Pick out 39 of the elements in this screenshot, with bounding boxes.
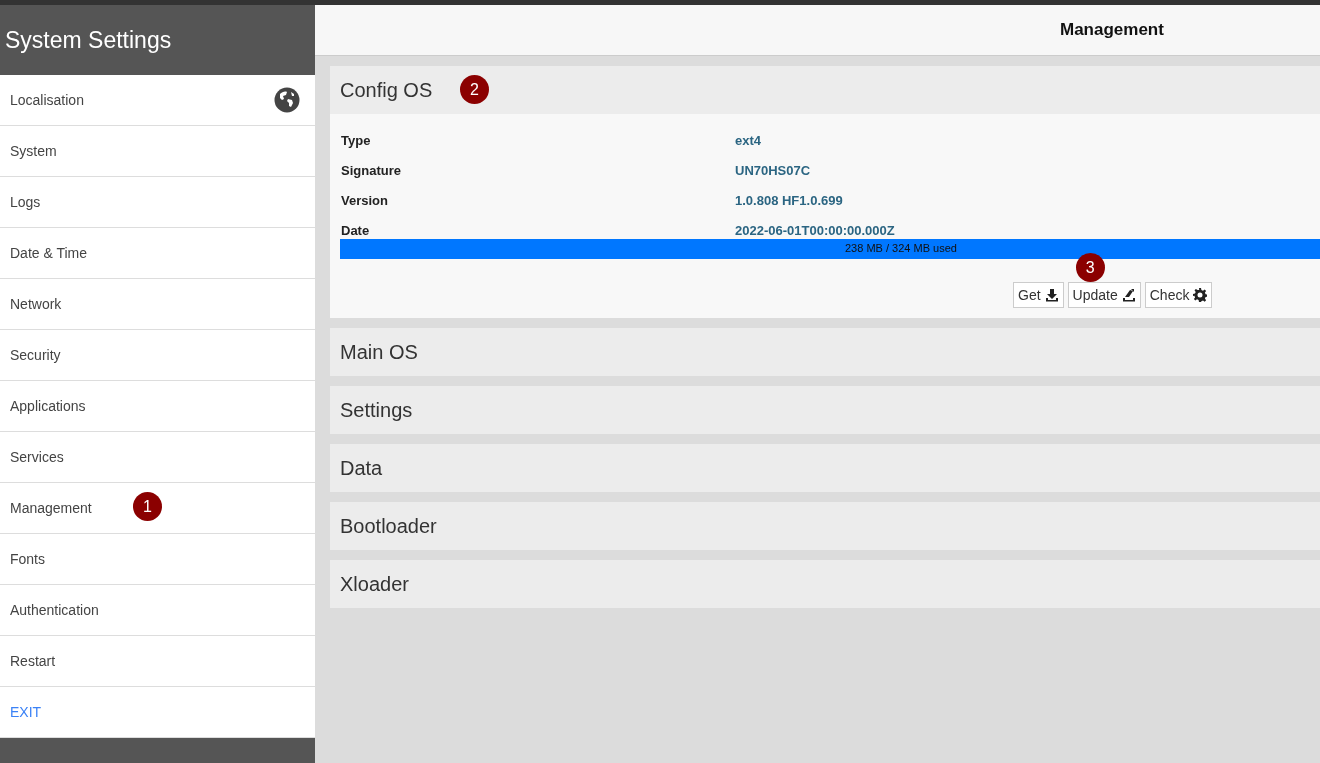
step-badge: 2 <box>460 75 489 104</box>
sidebar-item[interactable]: Date & Time <box>0 228 315 279</box>
sidebar-item[interactable]: Services <box>0 432 315 483</box>
sidebar-item[interactable]: Restart <box>0 636 315 687</box>
sidebar-title: System Settings <box>5 26 172 54</box>
detail-label: Type <box>341 133 372 148</box>
sidebar-item[interactable]: Logs <box>0 177 315 228</box>
download-icon <box>1044 288 1059 302</box>
globe-icon <box>274 87 300 113</box>
detail-label: Version <box>341 193 389 208</box>
detail-value: 1.0.808 HF1.0.699 <box>735 193 843 208</box>
sidebar-item[interactable]: Management 1 <box>0 483 315 534</box>
step-badge: 3 <box>1075 253 1105 282</box>
sidebar-item[interactable]: Applications <box>0 381 315 432</box>
sidebar-item[interactable]: Localisation <box>0 75 315 126</box>
sidebar-item[interactable]: System <box>0 126 315 177</box>
detail-label: Date <box>341 223 371 238</box>
panel-header[interactable]: Config OS 2 <box>330 66 1320 114</box>
panel-header[interactable]: Bootloader <box>330 502 1320 550</box>
sidebar-item[interactable]: EXIT <box>0 687 315 738</box>
action-button[interactable]: Get <box>1013 282 1064 308</box>
sidebar-item[interactable]: Network <box>0 279 315 330</box>
page-title: Management <box>1060 20 1164 40</box>
panel-header[interactable]: Settings <box>330 386 1320 434</box>
action-button[interactable]: Update <box>1067 282 1141 308</box>
detail-value: 2022-06-01T00:00:00.000Z <box>735 223 895 238</box>
sidebar-item[interactable]: Authentication <box>0 585 315 636</box>
detail-label: Signature <box>341 163 402 178</box>
sidebar-item[interactable]: Fonts <box>0 534 315 585</box>
detail-value: ext4 <box>735 133 762 148</box>
panel-header[interactable]: Xloader <box>330 560 1320 608</box>
detail-value: UN70HS07C <box>735 163 811 178</box>
usage-reading: 238 MB / 324 MB used <box>845 242 957 254</box>
panel-header[interactable]: Main OS <box>330 328 1320 376</box>
step-badge: 1 <box>133 492 162 521</box>
action-button[interactable]: Check <box>1144 282 1213 308</box>
sidebar-item[interactable]: Security <box>0 330 315 381</box>
panel-header[interactable]: Data <box>330 444 1320 492</box>
settings-icon <box>1193 288 1208 302</box>
